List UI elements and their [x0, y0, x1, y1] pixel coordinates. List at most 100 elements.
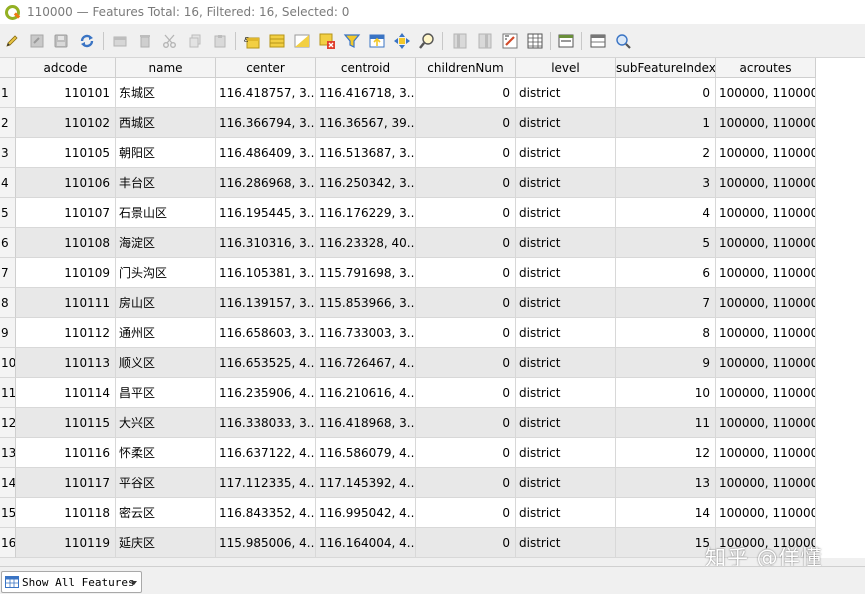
- cell-name[interactable]: 房山区: [116, 288, 216, 318]
- column-header-adcode[interactable]: adcode: [16, 58, 116, 78]
- cell-adcode[interactable]: 110108: [16, 228, 116, 258]
- cell-subfeatureindex[interactable]: 1: [616, 108, 716, 138]
- cell-adcode[interactable]: 110107: [16, 198, 116, 228]
- row-number[interactable]: 4: [0, 168, 16, 198]
- table-row[interactable]: 9 110112 通州区 116.658603, 3... 116.733003, 3.…: [0, 318, 816, 348]
- save-edits-icon[interactable]: [51, 31, 71, 51]
- column-header-name[interactable]: name: [116, 58, 216, 78]
- cell-subfeatureindex[interactable]: 13: [616, 468, 716, 498]
- cell-level[interactable]: district: [516, 468, 616, 498]
- pan-to-selection-icon[interactable]: [392, 31, 412, 51]
- table-row[interactable]: 10 110113 顺义区 116.653525, 4... 116.726467, 4…: [0, 348, 816, 378]
- cell-center[interactable]: 116.105381, 3...: [216, 258, 316, 288]
- cell-subfeatureindex[interactable]: 3: [616, 168, 716, 198]
- cell-adcode[interactable]: 110111: [16, 288, 116, 318]
- cell-acroutes[interactable]: 100000, 110000: [716, 318, 816, 348]
- column-header-level[interactable]: level: [516, 58, 616, 78]
- cell-center[interactable]: 116.139157, 3...: [216, 288, 316, 318]
- cell-name[interactable]: 门头沟区: [116, 258, 216, 288]
- cell-name[interactable]: 顺义区: [116, 348, 216, 378]
- table-row[interactable]: 3 110105 朝阳区 116.486409, 3... 116.513687, 3.…: [0, 138, 816, 168]
- cell-name[interactable]: 石景山区: [116, 198, 216, 228]
- cell-centroid[interactable]: 116.726467, 4...: [316, 348, 416, 378]
- cell-center[interactable]: 116.235906, 4...: [216, 378, 316, 408]
- cell-center[interactable]: 117.112335, 4...: [216, 468, 316, 498]
- cell-childrennum[interactable]: 0: [416, 408, 516, 438]
- multi-edit-icon[interactable]: [27, 31, 47, 51]
- cell-acroutes[interactable]: 100000, 110000: [716, 408, 816, 438]
- cell-centroid[interactable]: 116.210616, 4...: [316, 378, 416, 408]
- edit-pencil-icon[interactable]: [2, 31, 22, 51]
- cell-centroid[interactable]: 116.995042, 4...: [316, 498, 416, 528]
- cell-center[interactable]: 116.338033, 3...: [216, 408, 316, 438]
- cell-center[interactable]: 116.843352, 4...: [216, 498, 316, 528]
- add-feature-icon[interactable]: [110, 31, 130, 51]
- cell-childrennum[interactable]: 0: [416, 528, 516, 558]
- cell-adcode[interactable]: 110112: [16, 318, 116, 348]
- cell-acroutes[interactable]: 100000, 110000: [716, 168, 816, 198]
- cell-acroutes[interactable]: 100000, 110000: [716, 138, 816, 168]
- row-number[interactable]: 12: [0, 408, 16, 438]
- cell-centroid[interactable]: 115.853966, 3...: [316, 288, 416, 318]
- cell-subfeatureindex[interactable]: 9: [616, 348, 716, 378]
- cell-subfeatureindex[interactable]: 2: [616, 138, 716, 168]
- table-row[interactable]: 5 110107 石景山区 116.195445, 3... 116.176229, 3…: [0, 198, 816, 228]
- cell-name[interactable]: 密云区: [116, 498, 216, 528]
- cell-childrennum[interactable]: 0: [416, 228, 516, 258]
- paste-icon[interactable]: [210, 31, 230, 51]
- cell-level[interactable]: district: [516, 108, 616, 138]
- row-number[interactable]: 8: [0, 288, 16, 318]
- cell-level[interactable]: district: [516, 348, 616, 378]
- table-row[interactable]: 2 110102 西城区 116.366794, 3... 116.36567, 39.…: [0, 108, 816, 138]
- cell-center[interactable]: 116.658603, 3...: [216, 318, 316, 348]
- cell-acroutes[interactable]: 100000, 110000: [716, 288, 816, 318]
- cell-centroid[interactable]: 116.513687, 3...: [316, 138, 416, 168]
- cell-center[interactable]: 116.310316, 3...: [216, 228, 316, 258]
- cell-adcode[interactable]: 110116: [16, 438, 116, 468]
- table-row[interactable]: 4 110106 丰台区 116.286968, 3... 116.250342, 3.…: [0, 168, 816, 198]
- table-row[interactable]: 14 110117 平谷区 117.112335, 4... 117.145392, 4…: [0, 468, 816, 498]
- cell-level[interactable]: district: [516, 138, 616, 168]
- cell-adcode[interactable]: 110117: [16, 468, 116, 498]
- row-number[interactable]: 7: [0, 258, 16, 288]
- cell-childrennum[interactable]: 0: [416, 108, 516, 138]
- cell-subfeatureindex[interactable]: 8: [616, 318, 716, 348]
- row-number[interactable]: 15: [0, 498, 16, 528]
- select-all-icon[interactable]: [267, 31, 287, 51]
- cell-name[interactable]: 海淀区: [116, 228, 216, 258]
- new-field-icon[interactable]: [450, 31, 470, 51]
- cell-adcode[interactable]: 110102: [16, 108, 116, 138]
- cell-centroid[interactable]: 116.586079, 4...: [316, 438, 416, 468]
- cell-level[interactable]: district: [516, 228, 616, 258]
- cell-acroutes[interactable]: 100000, 110000: [716, 378, 816, 408]
- header-corner[interactable]: [0, 58, 16, 78]
- cell-center[interactable]: 116.418757, 3...: [216, 78, 316, 108]
- cell-center[interactable]: 116.286968, 3...: [216, 168, 316, 198]
- cell-center[interactable]: 115.985006, 4...: [216, 528, 316, 558]
- cell-centroid[interactable]: 116.23328, 40...: [316, 228, 416, 258]
- dock-icon[interactable]: [556, 31, 576, 51]
- table-row[interactable]: 12 110115 大兴区 116.338033, 3... 116.418968, 3…: [0, 408, 816, 438]
- cell-centroid[interactable]: 115.791698, 3...: [316, 258, 416, 288]
- row-number[interactable]: 16: [0, 528, 16, 558]
- column-header-centroid[interactable]: centroid: [316, 58, 416, 78]
- cell-childrennum[interactable]: 0: [416, 498, 516, 528]
- cell-adcode[interactable]: 110106: [16, 168, 116, 198]
- reload-icon[interactable]: [77, 31, 97, 51]
- cell-childrennum[interactable]: 0: [416, 168, 516, 198]
- table-view-icon[interactable]: [588, 31, 608, 51]
- cell-center[interactable]: 116.195445, 3...: [216, 198, 316, 228]
- column-header-center[interactable]: center: [216, 58, 316, 78]
- cell-subfeatureindex[interactable]: 6: [616, 258, 716, 288]
- row-number[interactable]: 11: [0, 378, 16, 408]
- cell-adcode[interactable]: 110115: [16, 408, 116, 438]
- copy-icon[interactable]: [185, 31, 205, 51]
- invert-selection-icon[interactable]: [292, 31, 312, 51]
- cell-level[interactable]: district: [516, 498, 616, 528]
- cell-level[interactable]: district: [516, 258, 616, 288]
- cell-name[interactable]: 怀柔区: [116, 438, 216, 468]
- cell-childrennum[interactable]: 0: [416, 198, 516, 228]
- cell-centroid[interactable]: 116.36567, 39...: [316, 108, 416, 138]
- cell-childrennum[interactable]: 0: [416, 348, 516, 378]
- cell-acroutes[interactable]: 100000, 110000: [716, 468, 816, 498]
